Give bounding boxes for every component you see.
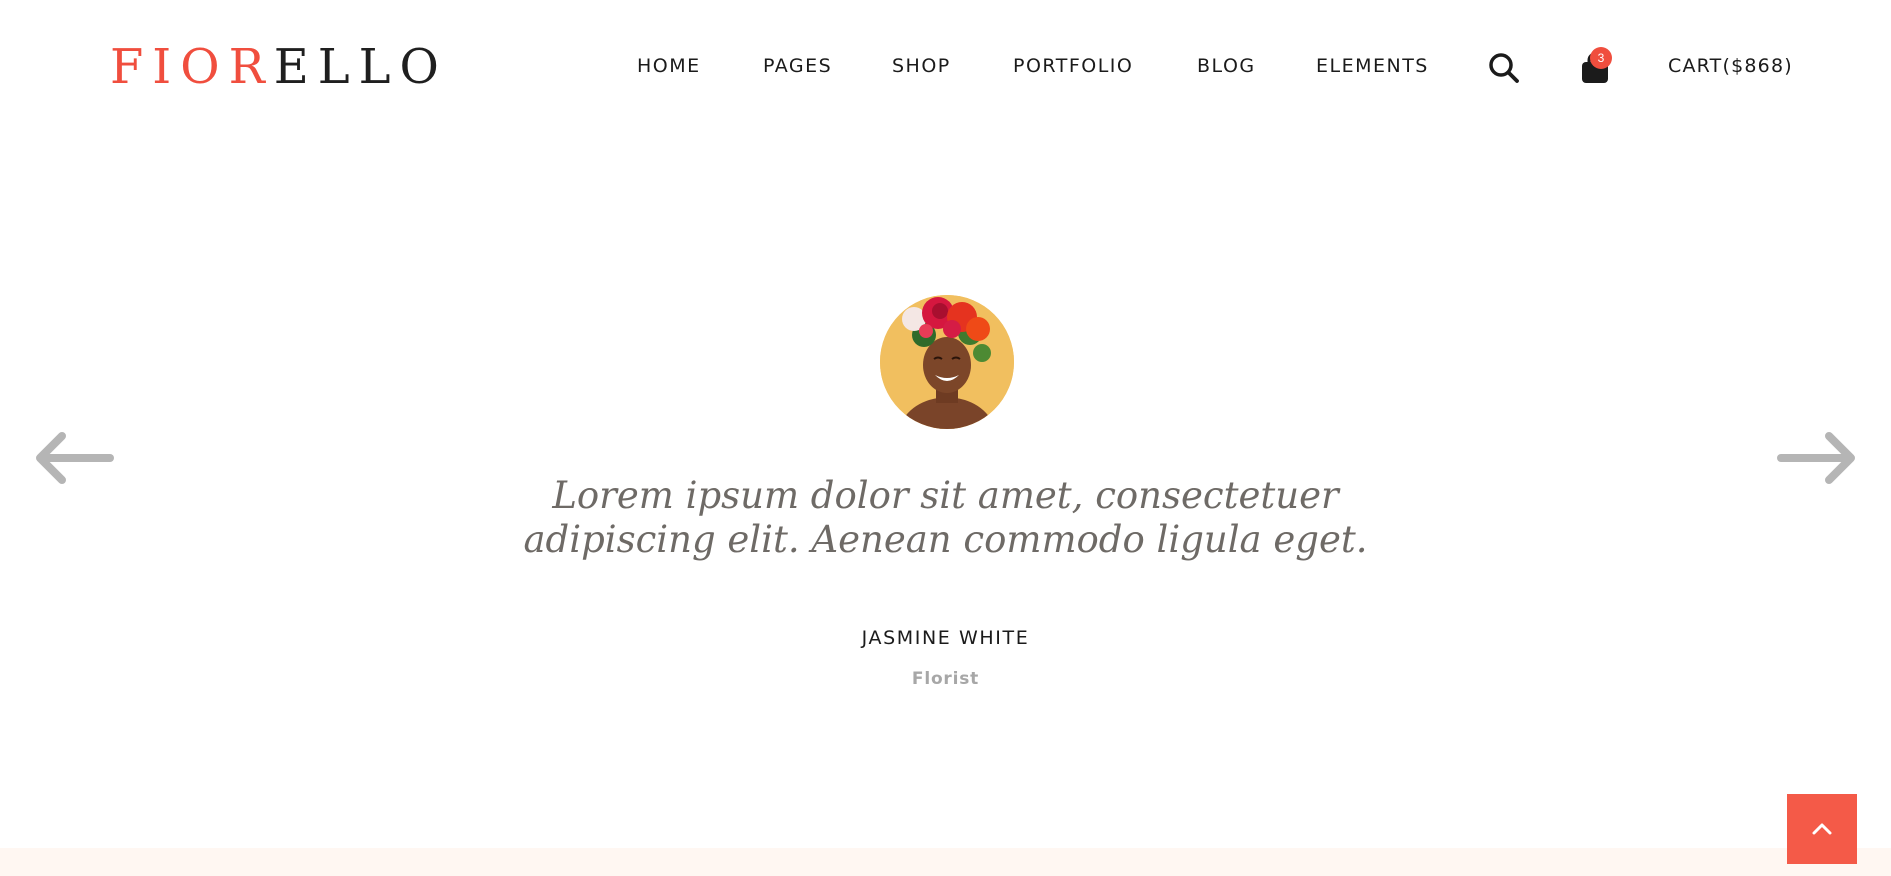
avatar bbox=[880, 295, 1014, 429]
scroll-to-top-button[interactable] bbox=[1787, 794, 1857, 864]
logo-part-red: FIOR bbox=[110, 39, 274, 95]
site-header: FIORELLO HOME PAGES SHOP PORTFOLIO BLOG … bbox=[0, 0, 1891, 134]
footer-strip bbox=[0, 848, 1891, 876]
author-name: JASMINE WHITE bbox=[861, 627, 1030, 649]
logo-part-dark: ELLO bbox=[273, 39, 448, 95]
nav-item-home[interactable]: HOME bbox=[637, 54, 701, 78]
arrow-left-icon[interactable] bbox=[34, 430, 114, 486]
nav-item-blog[interactable]: BLOG bbox=[1197, 54, 1256, 78]
testimonial-quote: Lorem ipsum dolor sit amet, consectetuer… bbox=[470, 474, 1421, 562]
cart-link[interactable]: CART($868) bbox=[1668, 54, 1793, 78]
nav-item-pages[interactable]: PAGES bbox=[763, 54, 832, 78]
logo[interactable]: FIORELLO bbox=[110, 38, 448, 96]
arrow-right-icon[interactable] bbox=[1777, 430, 1857, 486]
cart-count-badge: 3 bbox=[1590, 47, 1612, 69]
search-icon[interactable] bbox=[1488, 52, 1520, 84]
author-role: Florist bbox=[911, 669, 980, 689]
chevron-up-icon bbox=[1812, 823, 1832, 835]
quote-line-2: adipiscing elit. Aenean commodo ligula e… bbox=[523, 518, 1368, 561]
quote-line-1: Lorem ipsum dolor sit amet, consectetuer bbox=[552, 474, 1339, 517]
nav-item-shop[interactable]: SHOP bbox=[892, 54, 951, 78]
nav-item-elements[interactable]: ELEMENTS bbox=[1316, 54, 1429, 78]
nav-item-portfolio[interactable]: PORTFOLIO bbox=[1013, 54, 1133, 78]
